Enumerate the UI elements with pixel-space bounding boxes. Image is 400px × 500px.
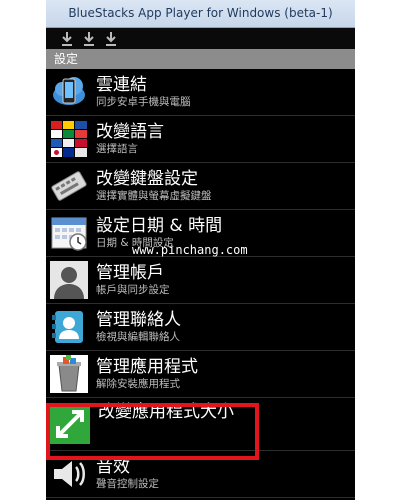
watermark-text: www.pinchang.com [132,243,248,257]
setting-subtitle: 檢視與編輯聯絡人 [96,331,180,343]
setting-title: 設定日期 & 時間 [96,216,223,236]
setting-item-sound[interactable]: 音效 聲音控制設定 [46,451,355,498]
setting-item-manage-accounts[interactable]: 管理帳戶 帳戶與同步設定 [46,257,355,304]
user-account-icon [50,261,88,299]
download-icon [62,31,72,46]
setting-item-resize-apps[interactable]: 改變應用程式大小 [46,398,355,451]
keyboard-icon [50,167,88,205]
setting-subtitle: 同步安卓手機與電腦 [96,96,191,108]
setting-item-change-language[interactable]: 改變語言 選擇語言 [46,116,355,163]
setting-item-manage-apps[interactable]: 管理應用程式 解除安裝應用程式 [46,351,355,398]
setting-item-manage-contacts[interactable]: 管理聯絡人 檢視與編輯聯絡人 [46,304,355,351]
settings-header: 設定 [46,49,355,69]
setting-subtitle: 帳戶與同步設定 [96,284,170,296]
setting-title: 管理帳戶 [96,263,164,283]
flags-language-icon [50,120,88,158]
setting-item-keyboard[interactable]: 改變鍵盤設定 選擇實體與螢幕虛擬鍵盤 [46,163,355,210]
resize-arrows-icon [50,404,90,444]
setting-subtitle: 選擇語言 [96,143,138,155]
setting-title: 改變語言 [96,122,164,142]
setting-title: 管理應用程式 [96,357,198,377]
setting-title: 雲連結 [96,75,147,95]
contacts-icon [50,308,88,346]
download-icon [84,31,94,46]
speaker-icon [50,455,88,493]
status-bar [46,28,355,49]
download-icon [106,31,116,46]
setting-subtitle: 聲音控制設定 [96,478,159,490]
settings-list: 雲連結 同步安卓手機與電腦 改變語言 選擇語言 改變鍵盤設定 選擇實體與螢幕虛擬… [46,69,355,498]
setting-title: 改變應用程式大小 [98,402,234,422]
cloud-phone-icon [50,73,88,111]
setting-title: 音效 [96,457,130,477]
calendar-icon [50,214,88,252]
setting-item-cloud-connect[interactable]: 雲連結 同步安卓手機與電腦 [46,69,355,116]
setting-title: 改變鍵盤設定 [96,169,198,189]
setting-subtitle: 選擇實體與螢幕虛擬鍵盤 [96,190,212,202]
setting-title: 管理聯絡人 [96,310,181,330]
trash-bin-icon [50,355,88,393]
setting-subtitle: 解除安裝應用程式 [96,378,180,390]
window-title: BlueStacks App Player for Windows (beta-… [46,0,355,28]
